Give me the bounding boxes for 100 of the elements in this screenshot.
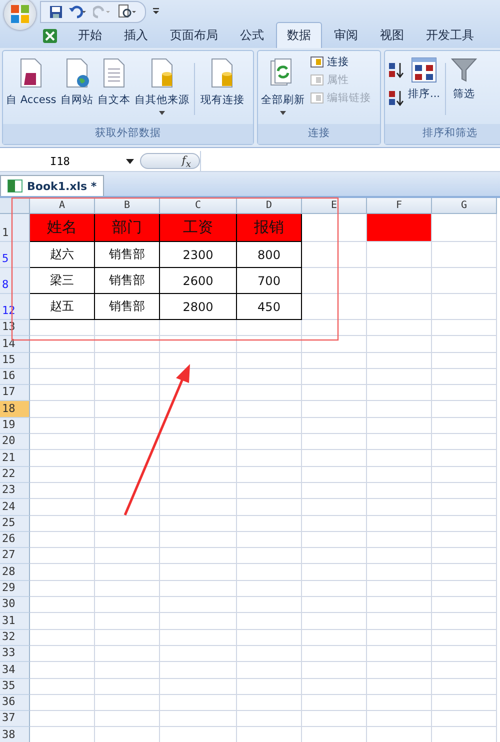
table-cell (432, 597, 497, 614)
table-cell (237, 564, 302, 581)
row-header[interactable]: 31 (0, 613, 30, 630)
column-header[interactable]: E (302, 198, 367, 214)
customize-toolbar-icon[interactable] (152, 6, 160, 16)
column-header[interactable]: A (30, 198, 95, 214)
connection-icon (310, 74, 324, 86)
row-header[interactable]: 33 (0, 646, 30, 662)
table-cell (30, 499, 95, 516)
table-cell (302, 482, 367, 500)
row-header[interactable]: 15 (0, 352, 30, 369)
row-header[interactable]: 26 (0, 532, 30, 548)
row-header[interactable]: 16 (0, 368, 30, 386)
table-cell (432, 613, 497, 630)
name-box[interactable]: I18 (0, 154, 140, 168)
table-cell (95, 548, 160, 564)
sort-descending-icon[interactable] (387, 89, 405, 107)
table-cell (237, 482, 302, 500)
ribbon-small-button[interactable]: 连接 (310, 55, 371, 69)
table-cell (95, 580, 160, 598)
row-header[interactable]: 20 (0, 434, 30, 450)
table-cell (95, 499, 160, 516)
column-header[interactable]: D (237, 198, 302, 214)
table-cell (95, 694, 160, 712)
table-cell (95, 564, 160, 581)
table-cell (302, 532, 367, 548)
table-cell (432, 548, 497, 564)
row-header[interactable]: 27 (0, 548, 30, 564)
row-header[interactable]: 22 (0, 466, 30, 483)
select-all-corner[interactable] (0, 198, 30, 214)
ribbon-button[interactable]: 自 Access (5, 55, 58, 109)
table-cell (432, 694, 497, 712)
ribbon-tab[interactable]: 插入 (114, 23, 158, 48)
row-header[interactable]: 34 (0, 662, 30, 679)
row-header[interactable]: 21 (0, 450, 30, 467)
ribbon-tab[interactable]: 页面布局 (160, 23, 228, 48)
row-header[interactable]: 35 (0, 678, 30, 695)
insert-function-button[interactable]: f$_{x}$ (140, 153, 200, 169)
column-header[interactable]: F (367, 198, 432, 214)
ribbon-button[interactable]: 现有连接 (199, 55, 246, 109)
table-cell (302, 242, 367, 268)
column-header[interactable]: B (95, 198, 160, 214)
table-cell (30, 385, 95, 402)
connection-icon (310, 56, 324, 68)
table-cell: 梁三 (30, 268, 95, 294)
ribbon-tab[interactable]: 数据 (276, 22, 322, 48)
row-header[interactable]: 37 (0, 711, 30, 728)
table-cell: 700 (237, 268, 302, 294)
row-header[interactable]: 1 (0, 214, 30, 242)
workbook-tab[interactable]: Book1.xls * (0, 175, 104, 196)
ribbon-button[interactable]: 自其他来源 (133, 55, 190, 117)
ribbon-tab[interactable]: 公式 (230, 23, 274, 48)
table-cell: 800 (237, 242, 302, 268)
ribbon-button[interactable]: 自网站 (59, 55, 94, 109)
column-header[interactable]: C (160, 198, 237, 214)
table-cell (432, 294, 497, 320)
column-header[interactable]: G (432, 198, 497, 214)
row-header[interactable]: 18 (0, 401, 30, 418)
funnel-icon (451, 57, 478, 83)
save-icon[interactable] (49, 5, 63, 19)
row-header[interactable]: 25 (0, 516, 30, 532)
table-cell (95, 434, 160, 450)
ribbon-button[interactable]: 全部刷新 (260, 55, 306, 117)
table-cell (432, 336, 497, 353)
ribbon-tab[interactable]: 开发工具 (416, 23, 484, 48)
ribbon-tab[interactable]: 开始 (68, 23, 112, 48)
row-header[interactable]: 36 (0, 694, 30, 712)
group-title: 排序和筛选 (385, 124, 500, 144)
table-cell (302, 466, 367, 483)
row-header[interactable]: 38 (0, 727, 30, 742)
table-cell (95, 613, 160, 630)
ribbon-tab[interactable]: 视图 (370, 23, 414, 48)
row-header[interactable]: 32 (0, 630, 30, 646)
sort-ascending-icon[interactable] (387, 61, 405, 79)
table-cell (302, 694, 367, 712)
row-header[interactable]: 24 (0, 499, 30, 516)
table-cell (237, 613, 302, 630)
row-header[interactable]: 19 (0, 418, 30, 434)
row-header[interactable]: 28 (0, 564, 30, 581)
row-header[interactable]: 30 (0, 597, 30, 614)
table-cell (30, 516, 95, 532)
undo-icon[interactable] (69, 5, 87, 19)
table-cell (432, 499, 497, 516)
table-cell (30, 320, 95, 336)
ribbon-tab[interactable]: 审阅 (324, 23, 368, 48)
table-cell (30, 662, 95, 679)
row-header[interactable]: 8 (0, 268, 30, 294)
table-cell (237, 499, 302, 516)
row-header[interactable]: 29 (0, 580, 30, 598)
ribbon-button[interactable]: 自文本 (96, 55, 132, 109)
table-cell (367, 516, 432, 532)
row-header[interactable]: 5 (0, 242, 30, 268)
print-preview-icon[interactable] (117, 4, 137, 20)
sort-button[interactable]: 排序... (407, 55, 442, 103)
filter-button[interactable]: 筛选 (450, 55, 478, 103)
table-cell (237, 336, 302, 353)
office-button[interactable] (4, 0, 36, 30)
row-header[interactable]: 17 (0, 385, 30, 402)
table-cell (95, 450, 160, 467)
row-header[interactable]: 23 (0, 482, 30, 500)
